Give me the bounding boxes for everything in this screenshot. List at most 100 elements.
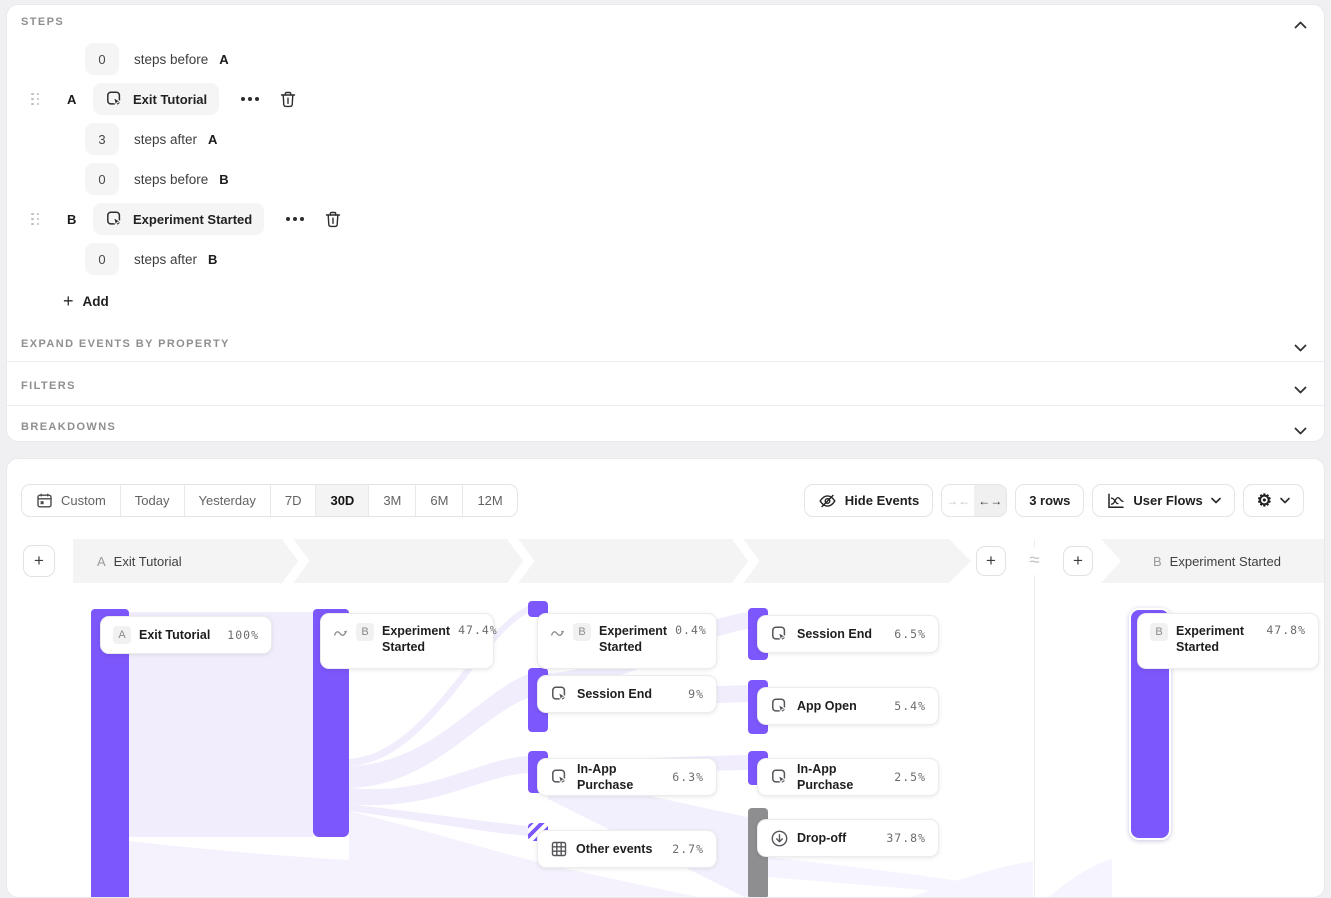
step-b-delete-trash-icon[interactable]: [324, 210, 342, 229]
plus-icon: +: [34, 551, 44, 571]
drop-off-arrow-down-icon: [770, 829, 789, 848]
node-percent: 37.8%: [886, 831, 926, 845]
step-b-letter: B: [67, 212, 81, 227]
node-percent: 47.8%: [1266, 623, 1306, 637]
steps-before-a-count-input[interactable]: 0: [85, 43, 119, 75]
grid-events-icon: [550, 840, 568, 858]
flow-node-in-app-purchase-25[interactable]: In-App Purchase 2.5%: [757, 758, 939, 796]
steps-before-label: steps before: [134, 52, 208, 67]
column-header-step-b[interactable]: B Experiment Started: [1101, 539, 1324, 583]
steps-before-b-count-input[interactable]: 0: [85, 163, 119, 195]
step-b-header-label: Experiment Started: [1170, 554, 1281, 569]
filters-chevron-down-icon[interactable]: [1294, 381, 1308, 391]
steps-after-a-row: 3 steps after A: [85, 123, 217, 155]
node-label: Other events: [576, 841, 652, 857]
node-percent: 47.4%: [458, 623, 498, 637]
gap-approx-symbol: ≈: [1022, 547, 1047, 575]
step-badge: B: [356, 623, 374, 641]
node-label: App Open: [797, 698, 857, 714]
node-percent: 2.5%: [894, 770, 926, 784]
column-separator-chevron-icon: [283, 539, 309, 583]
node-percent: 100%: [227, 628, 259, 642]
add-step-button[interactable]: + Add: [63, 286, 109, 316]
plus-icon: +: [986, 551, 996, 571]
steps-after-a-count-input[interactable]: 3: [85, 123, 119, 155]
event-click-icon: [550, 685, 569, 704]
step-ref-letter: A: [219, 52, 228, 67]
steps-after-label: steps after: [134, 252, 197, 267]
step-b-letter: B: [1153, 554, 1162, 569]
node-label: Session End: [797, 626, 872, 642]
node-label: In-App Purchase: [577, 761, 664, 794]
flow-node-experiment-started-478[interactable]: B Experiment Started 47.8%: [1137, 613, 1319, 669]
step-a-header-label: Exit Tutorial: [114, 554, 182, 569]
node-percent: 6.5%: [894, 627, 926, 641]
plus-icon: +: [63, 292, 74, 310]
node-label: Experiment Started: [599, 623, 667, 656]
event-click-icon: [770, 768, 789, 787]
step-b-event-name: Experiment Started: [133, 212, 252, 227]
event-click-icon: [770, 625, 789, 644]
node-label: Experiment Started: [382, 623, 450, 656]
flow-node-in-app-purchase-63[interactable]: In-App Purchase 6.3%: [537, 758, 717, 796]
steps-before-b-row: 0 steps before B: [85, 163, 229, 195]
node-percent: 6.3%: [672, 770, 704, 784]
section-divider: [7, 361, 1324, 362]
steps-after-b-count-input[interactable]: 0: [85, 243, 119, 275]
event-click-icon: [770, 697, 789, 716]
column-header-step-a[interactable]: A Exit Tutorial: [73, 539, 971, 583]
flow-node-experiment-started-04[interactable]: B Experiment Started 0.4%: [537, 613, 717, 669]
user-flows-report-page: { "steps_panel": { "title": "STEPS", "ro…: [0, 0, 1331, 865]
node-percent: 0.4%: [675, 623, 707, 637]
step-b-row: B Experiment Started: [31, 203, 342, 235]
flow-node-session-end-9[interactable]: Session End 9%: [537, 675, 717, 713]
node-label: Exit Tutorial: [139, 627, 210, 643]
step-a-letter: A: [97, 554, 106, 569]
steps-before-label: steps before: [134, 172, 208, 187]
section-divider: [7, 405, 1324, 406]
step-a-row: A Exit Tutorial: [31, 83, 297, 115]
node-label: Session End: [577, 686, 652, 702]
column-separator-chevron-icon: [733, 539, 759, 583]
step-a-event-selector[interactable]: Exit Tutorial: [93, 83, 219, 115]
add-column-before-b-button[interactable]: +: [1063, 546, 1093, 576]
node-percent: 9%: [688, 687, 704, 701]
step-ref-letter: B: [219, 172, 228, 187]
expand-events-chevron-down-icon[interactable]: [1294, 339, 1308, 349]
flow-node-other-events[interactable]: Other events 2.7%: [537, 830, 717, 868]
breakdowns-section-label: BREAKDOWNS: [21, 421, 116, 433]
plus-icon: +: [1073, 551, 1083, 571]
flow-node-app-open[interactable]: App Open 5.4%: [757, 687, 939, 725]
step-a-delete-trash-icon[interactable]: [279, 90, 297, 109]
filters-section-label: FILTERS: [21, 380, 76, 392]
event-click-icon: [105, 210, 124, 229]
steps-after-b-row: 0 steps after B: [85, 243, 217, 275]
query-builder-panel: STEPS 0 steps before A A Exit Tutorial: [6, 4, 1325, 442]
column-separator-chevron-icon: [508, 539, 534, 583]
flow-node-exit-tutorial[interactable]: A Exit Tutorial 100%: [100, 616, 272, 654]
steps-collapse-chevron-up-icon[interactable]: [1294, 17, 1308, 27]
event-click-icon: [550, 768, 569, 787]
add-column-after-a-button[interactable]: +: [976, 546, 1006, 576]
step-b-event-selector[interactable]: Experiment Started: [93, 203, 264, 235]
drag-handle-icon[interactable]: [31, 93, 41, 106]
steps-before-a-row: 0 steps before A: [85, 43, 229, 75]
steps-after-label: steps after: [134, 132, 197, 147]
node-label: Experiment Started: [1176, 623, 1258, 656]
flow-node-experiment-started-474[interactable]: B Experiment Started 47.4%: [320, 613, 494, 669]
breakdowns-chevron-down-icon[interactable]: [1294, 422, 1308, 432]
flow-node-drop-off[interactable]: Drop-off 37.8%: [757, 819, 939, 857]
step-badge: B: [1150, 623, 1168, 641]
node-percent: 5.4%: [894, 699, 926, 713]
step-ref-letter: A: [208, 132, 217, 147]
drag-handle-icon[interactable]: [31, 213, 41, 226]
event-click-icon: [105, 90, 124, 109]
step-b-more-options-icon[interactable]: [284, 213, 306, 225]
step-a-more-options-icon[interactable]: [239, 93, 261, 105]
flow-node-session-end-65[interactable]: Session End 6.5%: [757, 615, 939, 653]
node-label: Drop-off: [797, 830, 846, 846]
steps-section-label: STEPS: [21, 16, 64, 28]
step-a-event-name: Exit Tutorial: [133, 92, 207, 107]
chart-panel: Custom Today Yesterday 7D 30D 3M 6M 12M …: [6, 458, 1325, 898]
add-column-before-button[interactable]: +: [23, 545, 55, 577]
